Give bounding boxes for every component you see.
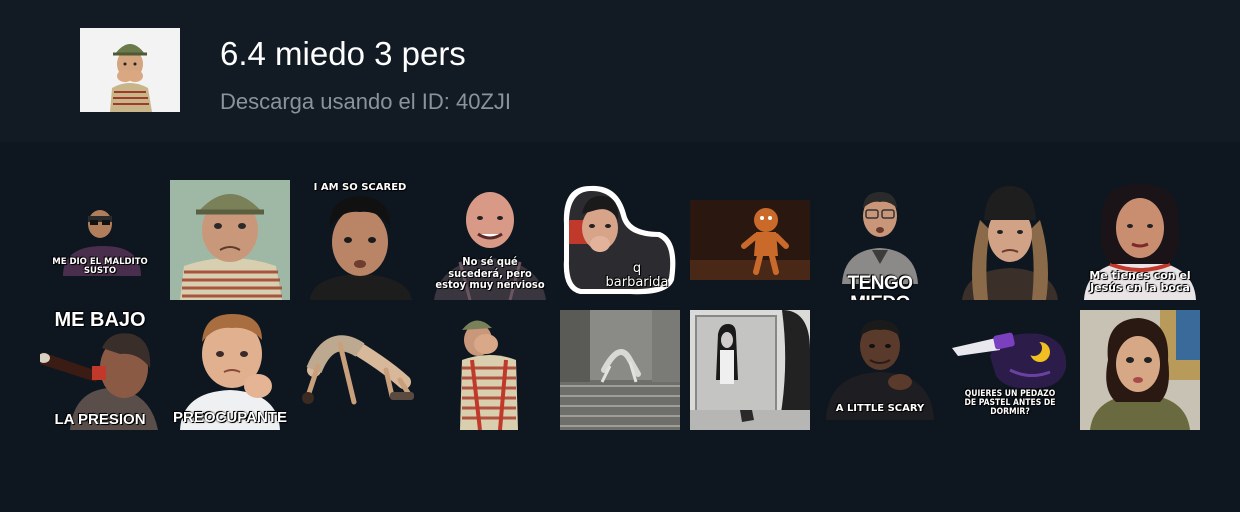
pack-header: 6.4 miedo 3 pers Descarga usando el ID: …	[0, 0, 1240, 142]
sticker-13[interactable]	[430, 310, 550, 430]
scared-man-sunglasses-icon	[63, 210, 141, 276]
sticker-caption: Me tienes con el Jesús en la boca	[1089, 269, 1191, 294]
sticker-16[interactable]: A LITTLE SCARY	[820, 310, 940, 430]
sticker-11[interactable]: PREOCUPANTE	[170, 310, 290, 430]
man-beanie-worried-icon	[962, 186, 1058, 300]
sticker-4[interactable]: No sé qué sucederá, pero estoy muy nervi…	[430, 180, 550, 300]
sticker-caption: q barbarida	[605, 261, 669, 290]
sticker-6[interactable]	[690, 180, 810, 300]
sticker-caption: QUIERES UN PEDAZO DE PASTEL ANTES DE DOR…	[964, 389, 1056, 417]
pack-title: 6.4 miedo 3 pers	[220, 35, 466, 72]
sticker-caption: No sé qué sucederá, pero estoy muy nervi…	[435, 255, 545, 292]
sticker-caption: A LITTLE SCARY	[835, 403, 925, 414]
sticker-15[interactable]	[690, 310, 810, 430]
sticker-8[interactable]	[950, 180, 1070, 300]
chavo-thumbnail-icon	[80, 28, 180, 112]
sticker-caption: I AM SO SCARED	[313, 182, 407, 193]
bridge-pose-figure-icon	[302, 335, 414, 405]
sticker-caption-top: ME BAJO	[54, 310, 146, 331]
chavo-covering-face-icon	[460, 320, 518, 430]
sticker-grid: ME DIO EL MALDITO SUSTO I AM SO SCARED N…	[40, 180, 1200, 430]
sticker-caption: PREOCUPANTE	[173, 409, 287, 426]
spider-walk-stairs-icon	[560, 310, 680, 430]
sticker-caption: LA PRESION	[54, 411, 146, 428]
pack-thumbnail	[80, 28, 180, 112]
sticker-17[interactable]: QUIERES UN PEDAZO DE PASTEL ANTES DE DOR…	[950, 310, 1070, 430]
sticker-2[interactable]	[170, 180, 290, 300]
ghost-girl-mirror-icon	[690, 310, 810, 430]
sticker-caption: ME DIO EL MALDITO SUSTO	[52, 257, 148, 276]
pack-download-id: Descarga usando el ID: 40ZJI	[220, 89, 512, 114]
sticker-10[interactable]: ME BAJO LA PRESION	[40, 310, 160, 430]
sticker-1[interactable]: ME DIO EL MALDITO SUSTO	[40, 180, 160, 300]
sticker-18[interactable]	[1080, 310, 1200, 430]
sticker-caption: TENGO MIEDO	[847, 273, 913, 300]
sticker-14[interactable]	[560, 310, 680, 430]
gingerbread-man-icon	[690, 200, 810, 280]
chavo-worried-photo-icon	[170, 180, 290, 300]
sticker-9[interactable]: Me tienes con el Jesús en la boca	[1080, 180, 1200, 300]
sticker-3[interactable]: I AM SO SCARED	[300, 180, 420, 300]
scared-young-man-icon	[310, 196, 412, 300]
sticker-12[interactable]	[300, 310, 420, 430]
sticker-5[interactable]: q barbarida	[560, 180, 680, 300]
sticker-7[interactable]: TENGO MIEDO	[820, 180, 940, 300]
shocked-woman-icon	[1080, 310, 1200, 430]
